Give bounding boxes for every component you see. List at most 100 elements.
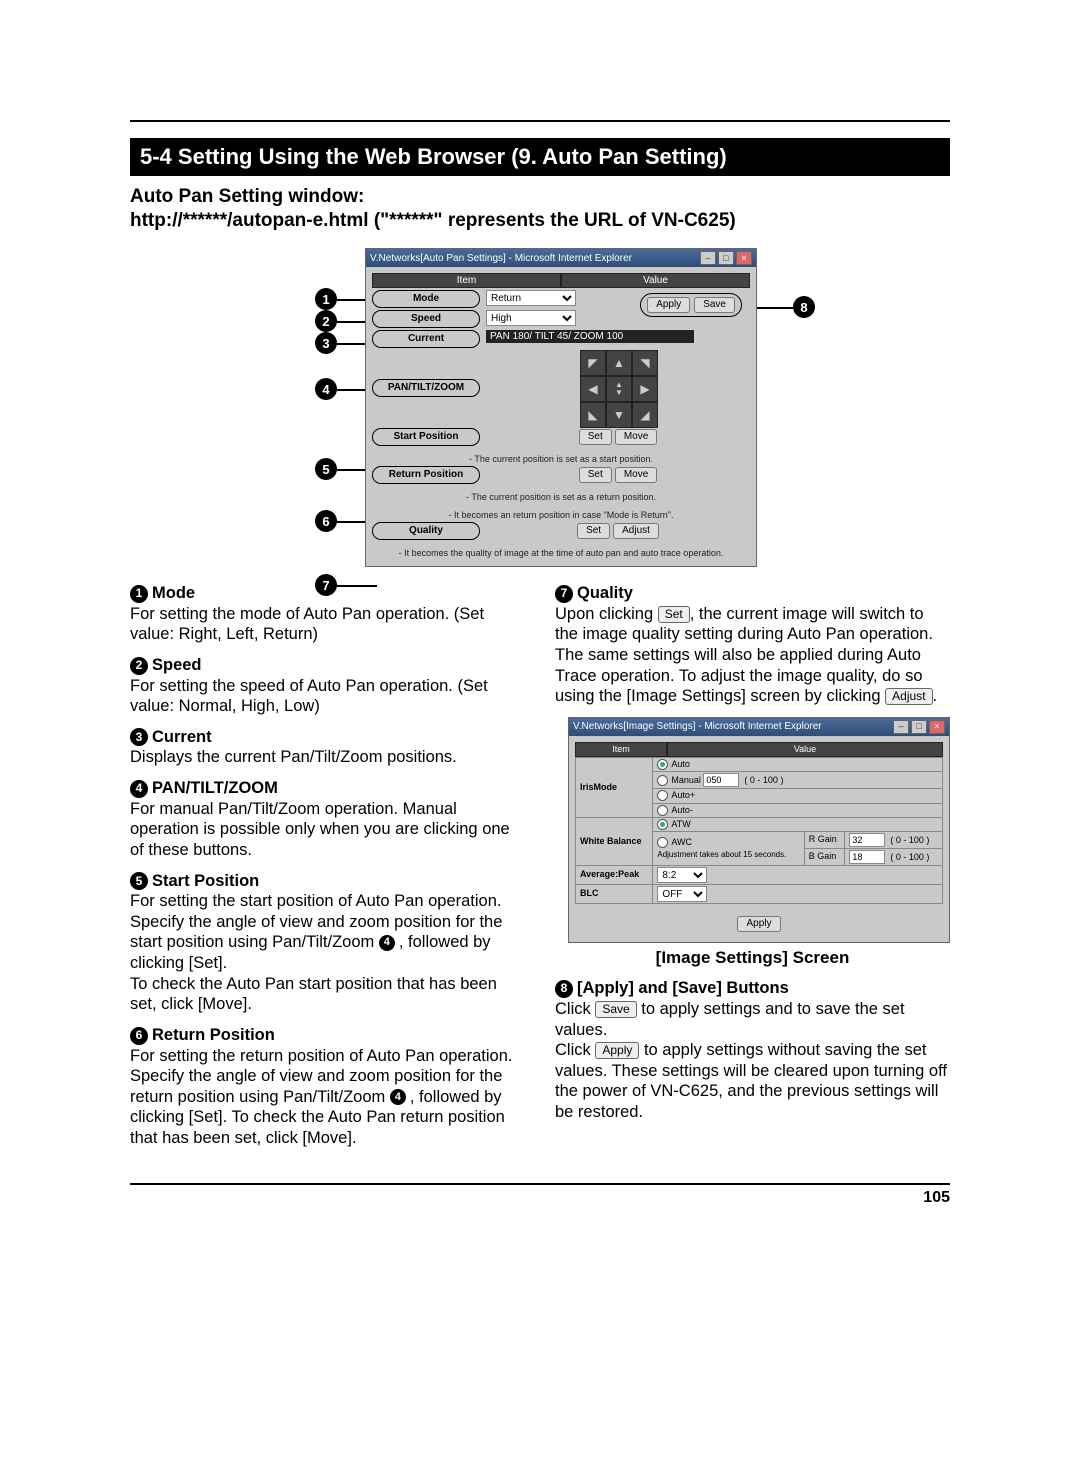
desc4-text: For manual Pan/Tilt/Zoom operation. Manu… <box>130 800 510 859</box>
return-note1: - The current position is set as a retur… <box>372 492 750 502</box>
iris-manual-radio[interactable] <box>657 775 668 786</box>
window-titlebar: V.Networks[Auto Pan Settings] - Microsof… <box>366 249 756 267</box>
label-quality: Quality <box>372 522 480 540</box>
ptz-downleft-icon[interactable]: ◣ <box>580 402 606 428</box>
label-return-position: Return Position <box>372 466 480 484</box>
callout-7: 7 <box>315 574 337 596</box>
bullet-8: 8 <box>555 980 573 998</box>
maximize-icon[interactable]: □ <box>911 720 927 734</box>
desc5-head: Start Position <box>152 872 259 890</box>
img2-titlebar: V.Networks[Image Settings] - Microsoft I… <box>569 718 949 736</box>
quality-note: - It becomes the quality of image at the… <box>372 548 750 558</box>
quality-adjust-button[interactable]: Adjust <box>613 523 659 539</box>
label-current: Current <box>372 330 480 348</box>
desc8-text: Click Save to apply settings and to save… <box>555 1000 947 1121</box>
ptz-downright-icon[interactable]: ◢ <box>632 402 658 428</box>
mode-select[interactable]: Return <box>486 290 576 306</box>
wb-label: White Balance <box>576 817 653 865</box>
ptz-left-icon[interactable]: ◀ <box>580 376 606 402</box>
auto-pan-diagram: 1 2 3 4 5 6 7 8 V.Networks[Auto Pan Sett… <box>275 248 805 567</box>
iris-auto-radio[interactable] <box>657 759 668 770</box>
ptz-grid: ◤ ▲ ◥ ◀ ▲▼ ▶ ◣ ▼ ◢ <box>486 350 750 426</box>
label-ptz: PAN/TILT/ZOOM <box>372 379 480 397</box>
current-value: PAN 180/ TILT 45/ ZOOM 100 <box>486 330 694 343</box>
minimize-icon[interactable]: – <box>893 720 909 734</box>
start-move-button[interactable]: Move <box>615 429 657 445</box>
inline-ref-4b: 4 <box>390 1089 406 1105</box>
iris-manual-input[interactable] <box>703 773 739 787</box>
desc2-text: For setting the speed of Auto Pan operat… <box>130 677 488 716</box>
return-move-button[interactable]: Move <box>615 467 657 483</box>
callout-1: 1 <box>315 288 337 310</box>
desc1-text: For setting the mode of Auto Pan operati… <box>130 605 484 644</box>
ptz-down-icon[interactable]: ▼ <box>606 402 632 428</box>
inline-save-button: Save <box>595 1001 636 1018</box>
col-value: Value <box>561 273 750 288</box>
desc1-head: Mode <box>152 584 195 602</box>
iris-autominus-radio[interactable] <box>657 805 668 816</box>
apply-save-group: Apply Save <box>640 293 742 317</box>
iris-label: IrisMode <box>576 758 653 818</box>
bullet-6: 6 <box>130 1027 148 1045</box>
desc7-text: Upon clicking Set, the current image wil… <box>555 605 937 706</box>
section-title: 5-4 Setting Using the Web Browser (9. Au… <box>130 138 950 176</box>
avgpeak-label: Average:Peak <box>576 866 653 885</box>
wb-awc-radio[interactable] <box>657 837 668 848</box>
desc6-text: For setting the return position of Auto … <box>130 1047 513 1148</box>
blc-select[interactable]: OFF <box>657 886 707 902</box>
blc-label: BLC <box>576 885 653 904</box>
ptz-up-icon[interactable]: ▲ <box>606 350 632 376</box>
inline-set-button: Set <box>658 606 690 623</box>
img2-col-item: Item <box>575 742 667 757</box>
close-icon[interactable]: × <box>736 251 752 265</box>
callout-4: 4 <box>315 378 337 400</box>
callout-3: 3 <box>315 332 337 354</box>
maximize-icon[interactable]: □ <box>718 251 734 265</box>
close-icon[interactable]: × <box>929 720 945 734</box>
desc7-head: Quality <box>577 584 633 602</box>
ptz-upleft-icon[interactable]: ◤ <box>580 350 606 376</box>
window-title: V.Networks[Auto Pan Settings] - Microsof… <box>370 253 632 264</box>
ptz-zoom-icon[interactable]: ▲▼ <box>606 376 632 402</box>
start-set-button[interactable]: Set <box>579 429 612 445</box>
iris-autoplus-radio[interactable] <box>657 790 668 801</box>
col-item: Item <box>372 273 561 288</box>
label-mode: Mode <box>372 290 480 308</box>
bullet-3: 3 <box>130 728 148 746</box>
save-button[interactable]: Save <box>694 297 735 313</box>
callout-8: 8 <box>793 296 815 318</box>
bgain-input[interactable] <box>849 850 885 864</box>
return-set-button[interactable]: Set <box>579 467 612 483</box>
inline-apply-button: Apply <box>595 1042 639 1059</box>
minimize-icon[interactable]: – <box>700 251 716 265</box>
avgpeak-select[interactable]: 8:2 <box>657 867 707 883</box>
callout-5: 5 <box>315 458 337 480</box>
desc3-head: Current <box>152 728 212 746</box>
desc6-head: Return Position <box>152 1026 275 1044</box>
desc4-head: PAN/TILT/ZOOM <box>152 779 278 797</box>
return-note2: - It becomes an return position in case … <box>372 510 750 520</box>
bullet-2: 2 <box>130 657 148 675</box>
desc2-head: Speed <box>152 656 202 674</box>
img2-caption: [Image Settings] Screen <box>555 947 950 968</box>
speed-select[interactable]: High <box>486 310 576 326</box>
quality-set-button[interactable]: Set <box>577 523 610 539</box>
inline-ref-4a: 4 <box>379 935 395 951</box>
desc5-text: For setting the start position of Auto P… <box>130 892 502 1013</box>
wb-atw-radio[interactable] <box>657 819 668 830</box>
rgain-input[interactable] <box>849 833 885 847</box>
img2-apply-button[interactable]: Apply <box>737 916 780 932</box>
img2-col-value: Value <box>667 742 943 757</box>
label-start-position: Start Position <box>372 428 480 446</box>
inline-adjust-button: Adjust <box>885 688 932 705</box>
ptz-right-icon[interactable]: ▶ <box>632 376 658 402</box>
bullet-4: 4 <box>130 780 148 798</box>
desc3-text: Displays the current Pan/Tilt/Zoom posit… <box>130 748 457 766</box>
img2-title: V.Networks[Image Settings] - Microsoft I… <box>573 721 822 734</box>
callout-6: 6 <box>315 510 337 532</box>
autopan-window: V.Networks[Auto Pan Settings] - Microsof… <box>365 248 757 567</box>
url-line: http://******/autopan-e.html ("******" r… <box>130 210 950 232</box>
label-speed: Speed <box>372 310 480 328</box>
apply-button[interactable]: Apply <box>647 297 690 313</box>
ptz-upright-icon[interactable]: ◥ <box>632 350 658 376</box>
